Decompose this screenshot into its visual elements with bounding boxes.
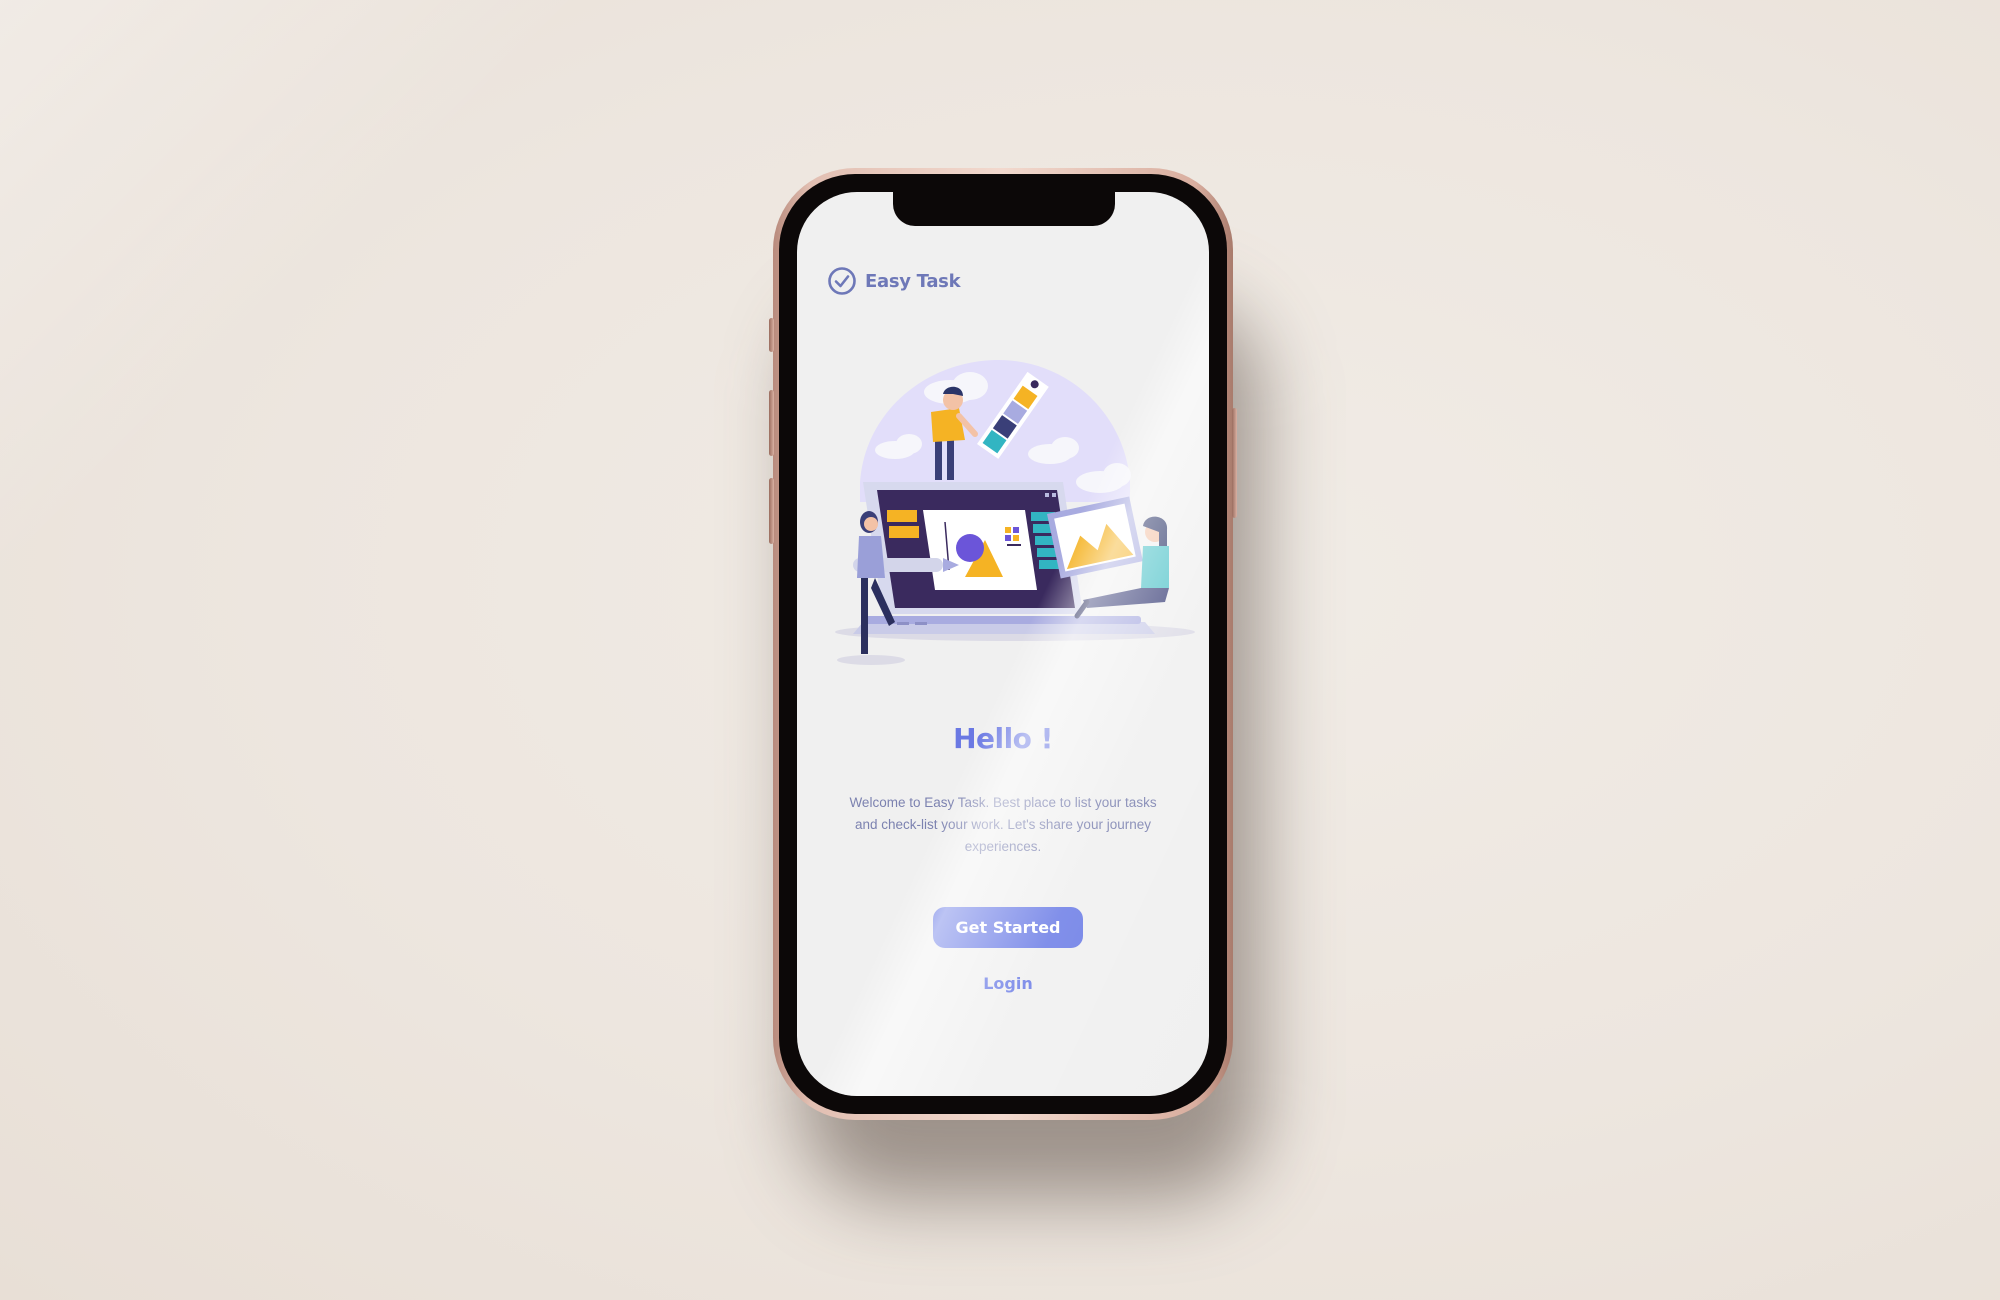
phone-power-button — [1232, 408, 1237, 518]
check-circle-icon — [827, 266, 857, 296]
app-name: Easy Task — [865, 270, 961, 292]
app-logo: Easy Task — [827, 266, 961, 296]
welcome-heading: Hello ! — [953, 722, 1053, 755]
welcome-description: Welcome to Easy Task. Best place to list… — [849, 795, 1157, 854]
phone-bezel: Easy Task Hello ! Welcome to Easy Task. … — [779, 174, 1227, 1114]
app-screen: Easy Task Hello ! Welcome to Easy Task. … — [797, 192, 1209, 1096]
phone-volume-up-button — [769, 390, 774, 456]
phone-notch — [893, 192, 1115, 226]
login-link[interactable]: Login — [933, 974, 1083, 993]
phone-volume-down-button — [769, 478, 774, 544]
phone-silent-switch — [769, 318, 774, 352]
phone-mockup: Easy Task Hello ! Welcome to Easy Task. … — [769, 168, 1237, 1120]
hero-illustration — [825, 332, 1195, 672]
get-started-button[interactable]: Get Started — [933, 907, 1083, 948]
